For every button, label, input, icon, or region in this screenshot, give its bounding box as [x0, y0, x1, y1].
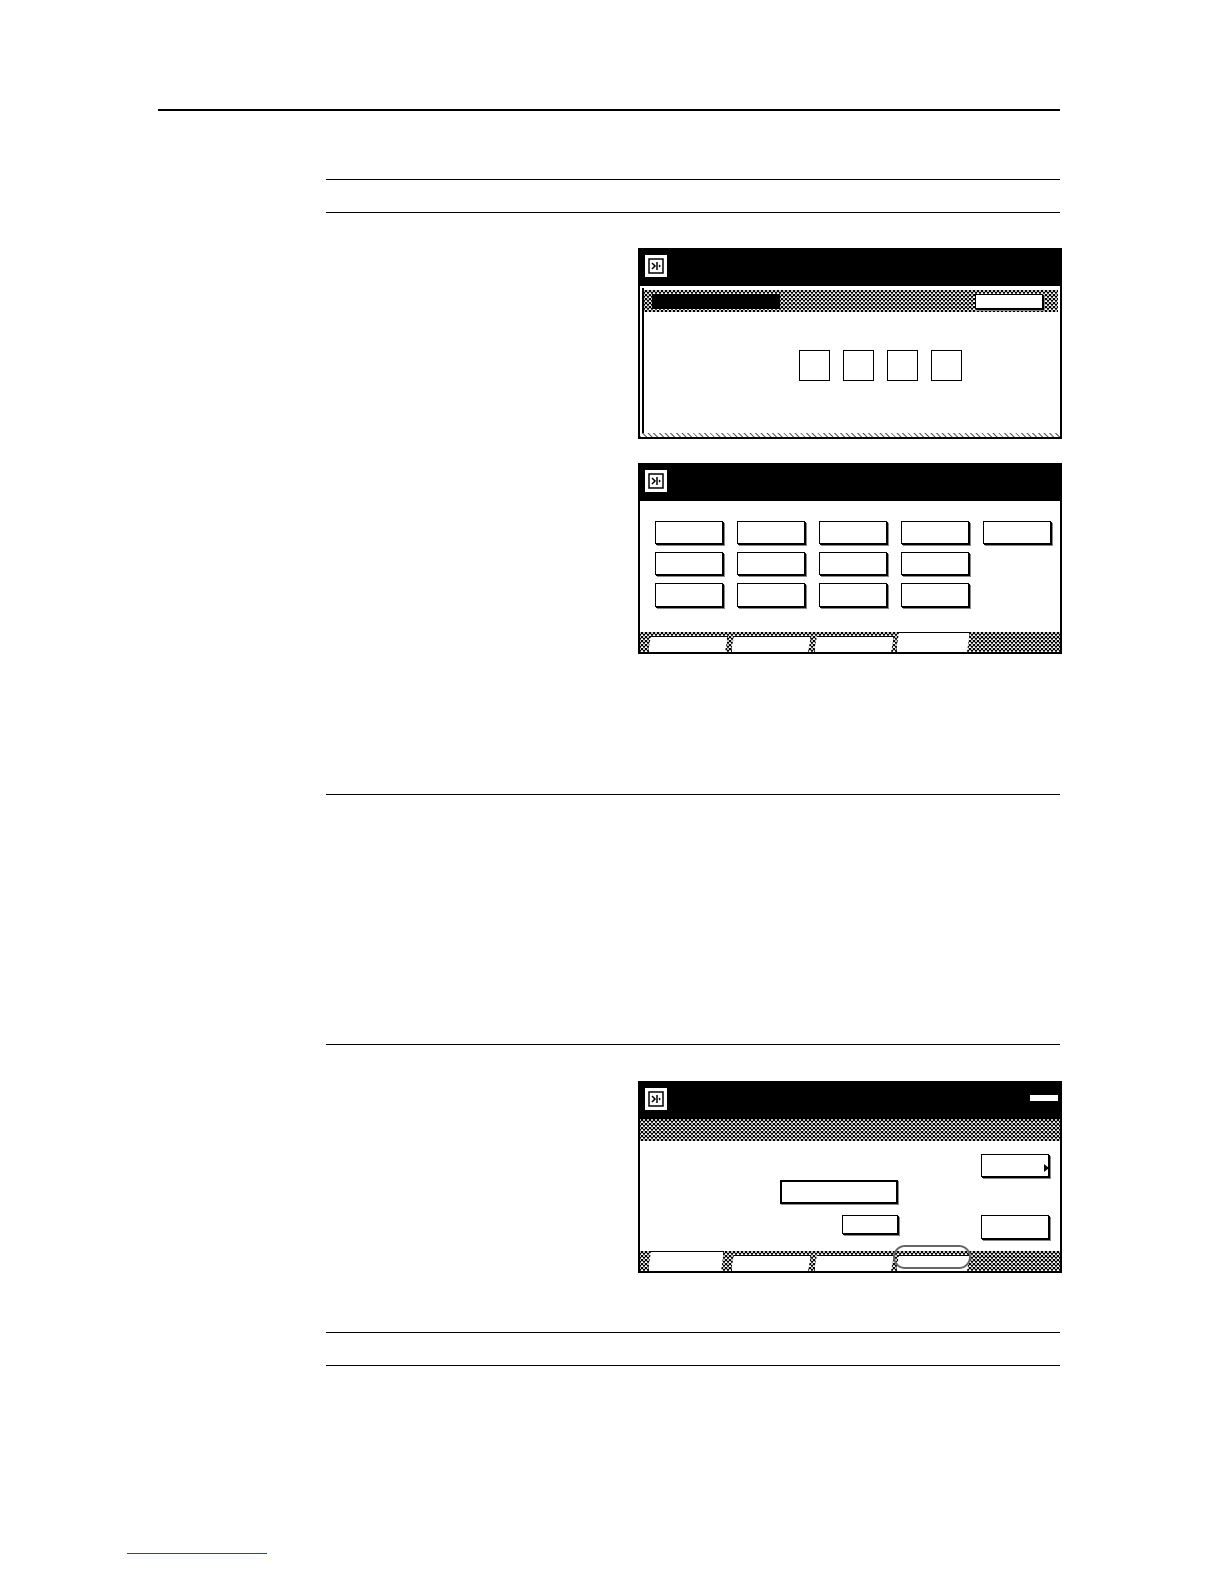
- function-button-11[interactable]: [737, 583, 805, 607]
- copier-panel-icon: [645, 1088, 667, 1110]
- code-entry-bottom-edge: [640, 433, 1060, 437]
- settings-tab-4-highlight: [893, 1245, 971, 1269]
- function-button-1[interactable]: [655, 521, 723, 544]
- function-tab-3[interactable]: [814, 636, 894, 652]
- section-3-top-rule: [326, 1044, 1060, 1045]
- section-1-bottom-rule: [326, 212, 1060, 213]
- code-digit-box-2[interactable]: [843, 350, 874, 381]
- section-4-bottom-rule: [326, 1365, 1060, 1366]
- function-tab-1[interactable]: [648, 636, 728, 652]
- section-4-top-rule: [326, 1332, 1060, 1333]
- function-button-5[interactable]: [983, 521, 1051, 544]
- code-entry-header-button[interactable]: [975, 294, 1043, 309]
- settings-tab-3[interactable]: [814, 1255, 894, 1271]
- settings-value-field[interactable]: [780, 1180, 898, 1204]
- function-button-8[interactable]: [819, 552, 887, 575]
- settings-small-button[interactable]: [842, 1215, 898, 1234]
- settings-header-strip: [640, 1119, 1060, 1141]
- code-entry-header-label: [652, 294, 780, 309]
- header-rule: [158, 109, 1060, 111]
- section-1-top-rule: [326, 179, 1060, 180]
- function-button-10[interactable]: [655, 583, 723, 607]
- function-tab-2[interactable]: [731, 636, 811, 652]
- function-button-6[interactable]: [655, 552, 723, 575]
- copier-panel-icon: [645, 255, 667, 277]
- function-button-7[interactable]: [737, 552, 805, 575]
- settings-tab-2[interactable]: [731, 1255, 811, 1271]
- function-button-4[interactable]: [901, 521, 969, 544]
- settings-right-button-top[interactable]: [981, 1154, 1049, 1177]
- arrow-right-icon: [1044, 1164, 1049, 1172]
- screen-title-bar: [640, 1083, 1060, 1119]
- code-entry-screen: [638, 248, 1062, 439]
- screen-title-bar: [640, 465, 1060, 501]
- function-menu-screen: [638, 463, 1062, 654]
- copier-panel-icon: [645, 470, 667, 492]
- settings-right-button-bottom[interactable]: [981, 1215, 1049, 1239]
- function-button-2[interactable]: [737, 521, 805, 544]
- footer-link-underline[interactable]: [127, 1553, 267, 1554]
- code-entry-panel-border: [642, 288, 644, 436]
- settings-screen: [638, 1081, 1062, 1273]
- settings-tab-1[interactable]: [648, 1251, 724, 1271]
- section-2-top-rule: [326, 794, 1060, 795]
- code-digit-box-1[interactable]: [799, 350, 830, 381]
- function-button-3[interactable]: [819, 521, 887, 544]
- function-button-9[interactable]: [901, 552, 969, 575]
- function-tab-4[interactable]: [896, 632, 970, 652]
- title-bar-indicator: [1030, 1095, 1058, 1101]
- function-button-13[interactable]: [901, 583, 969, 607]
- code-digit-box-3[interactable]: [887, 350, 918, 381]
- code-digit-box-4[interactable]: [931, 350, 962, 381]
- screen-title-bar: [640, 250, 1060, 286]
- function-button-12[interactable]: [819, 583, 887, 607]
